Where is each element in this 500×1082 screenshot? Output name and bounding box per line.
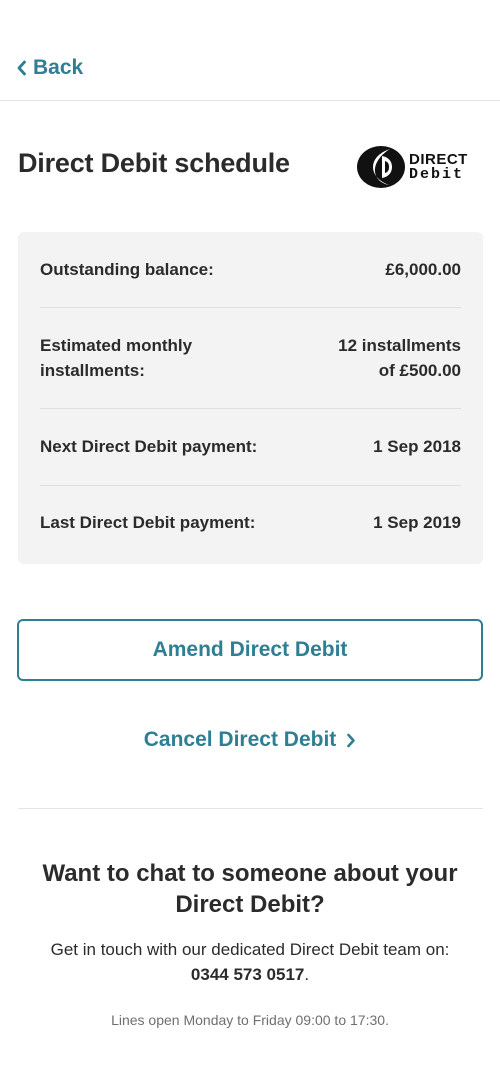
schedule-row-value: 1 Sep 2019	[373, 513, 461, 532]
help-phone-number[interactable]: 0344 573 0517	[191, 965, 304, 984]
cancel-direct-debit-link[interactable]: Cancel Direct Debit	[0, 728, 500, 752]
schedule-row-monthly-installments: Estimated monthly installments: 12 insta…	[40, 333, 461, 383]
schedule-row-value: 12 installments of £500.00	[338, 333, 461, 383]
schedule-row-next-payment: Next Direct Debit payment: 1 Sep 2018	[40, 434, 461, 459]
schedule-row-label: Last Direct Debit payment:	[40, 513, 256, 532]
amend-direct-debit-button[interactable]: Amend Direct Debit	[17, 619, 483, 681]
installments-amount: of £500.00	[378, 361, 461, 380]
logo-word-debit: Debit	[409, 166, 465, 183]
section-divider	[18, 808, 483, 809]
row-divider	[40, 485, 461, 486]
logo-word-direct: DIRECT	[409, 151, 468, 168]
schedule-row-label: Next Direct Debit payment:	[40, 437, 258, 456]
schedule-card: Outstanding balance: £6,000.00 Estimated…	[18, 232, 483, 564]
help-heading: Want to chat to someone about your Direc…	[42, 860, 458, 918]
schedule-row-value: £6,000.00	[385, 260, 461, 279]
chevron-left-icon	[17, 60, 26, 76]
direct-debit-logo: DIRECT Debit	[356, 144, 484, 190]
help-contact-text: Get in touch with our dedicated Direct D…	[10, 937, 490, 987]
page-title: Direct Debit schedule	[18, 148, 290, 178]
back-link[interactable]: Back	[16, 56, 83, 80]
chevron-right-icon	[347, 733, 356, 747]
schedule-row-last-payment: Last Direct Debit payment: 1 Sep 2019	[40, 510, 461, 535]
schedule-row-outstanding-balance: Outstanding balance: £6,000.00	[40, 257, 461, 282]
opening-hours: Lines open Monday to Friday 09:00 to 17:…	[111, 1012, 389, 1028]
help-period: .	[304, 965, 310, 984]
schedule-row-label: Estimated monthly installments:	[40, 336, 193, 380]
installments-count: 12 installments	[338, 336, 461, 355]
row-divider	[40, 307, 461, 308]
help-intro: Get in touch with our dedicated Direct D…	[50, 940, 450, 959]
schedule-row-label: Outstanding balance:	[40, 260, 214, 279]
cancel-direct-debit-label: Cancel Direct Debit	[143, 728, 337, 751]
row-divider	[40, 408, 461, 409]
back-label: Back	[33, 56, 84, 79]
logo-wordmark: DIRECT Debit	[409, 152, 468, 182]
header-bar: Back	[0, 0, 500, 101]
direct-debit-schedule-page: Back Direct Debit schedule DIRECT Debit …	[0, 0, 500, 1082]
schedule-row-value: 1 Sep 2018	[373, 437, 461, 456]
direct-debit-logo-mark	[357, 146, 405, 188]
